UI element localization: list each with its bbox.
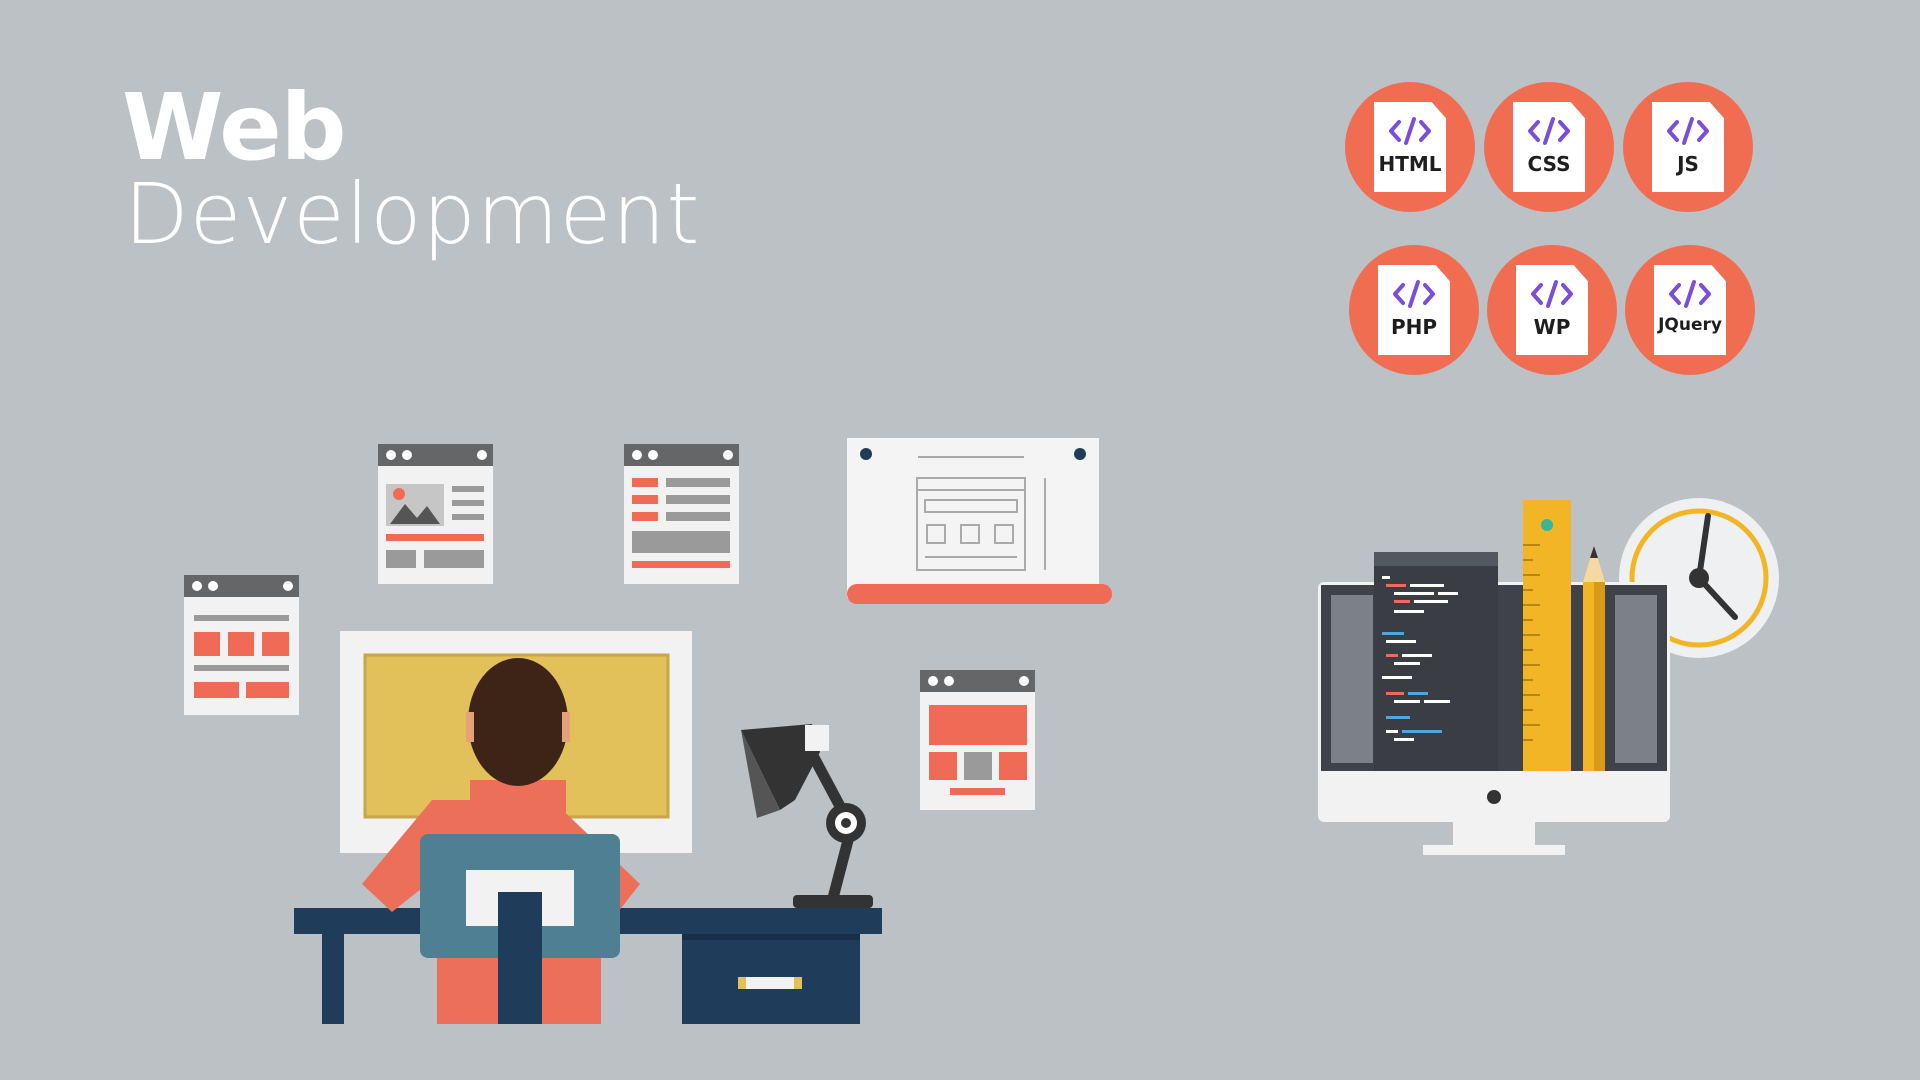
coding-workstation — [1318, 498, 1779, 855]
wireframe-card-left — [184, 575, 299, 715]
wireframe-card-image — [378, 444, 493, 584]
developer-workstation — [294, 631, 882, 1024]
wireframe-card-list — [624, 444, 739, 584]
wireframe-card-banner — [920, 670, 1035, 810]
blueprint-sheet — [847, 438, 1112, 604]
desk-lamp — [741, 724, 873, 908]
illustration — [184, 438, 1779, 1024]
